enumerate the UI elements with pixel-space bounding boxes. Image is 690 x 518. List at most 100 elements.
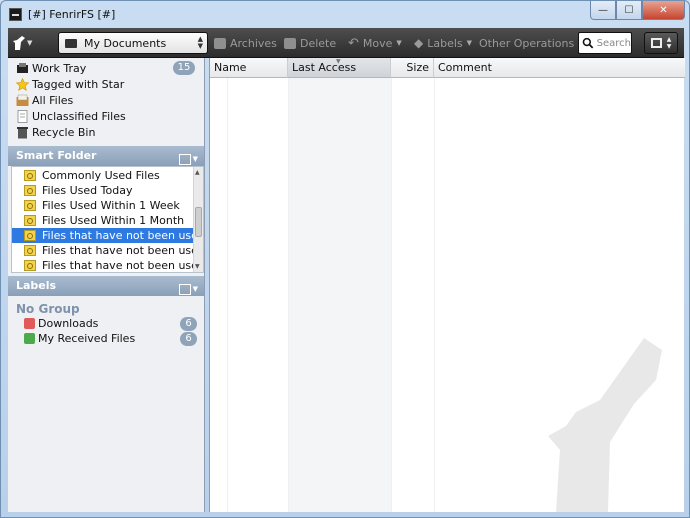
smart-folder-icon [24, 260, 36, 271]
smart-folder-item-label: Files that have not been used f... [42, 229, 195, 242]
smart-folder-item-label: Files Used Within 1 Week [42, 199, 180, 212]
view-list-icon [650, 38, 662, 48]
minimize-icon: — [598, 4, 608, 16]
move-button[interactable]: ↶ Move ▼ [348, 36, 402, 51]
smart-folder-icon [24, 170, 36, 181]
folder-selector[interactable]: My Documents ▲ ▼ [58, 32, 208, 54]
smart-folder-list: Commonly Used Files Files Used Today Fil… [11, 166, 204, 273]
close-button[interactable]: ✕ [642, 1, 685, 20]
scroll-down-icon[interactable]: ▼ [195, 263, 200, 270]
labels-button[interactable]: ◆ Labels ▼ [414, 36, 472, 50]
smart-folder-icon [24, 245, 36, 256]
nav-item-label: All Files [32, 93, 74, 107]
smart-folder-title: Smart Folder [16, 149, 97, 162]
smart-folder-item-selected[interactable]: Files that have not been used f... [12, 228, 195, 243]
nav-item-all-files[interactable]: All Files [16, 92, 73, 108]
nav-item-label: Work Tray [32, 61, 87, 75]
smart-folder-item[interactable]: Files Used Within 1 Week [12, 198, 195, 213]
close-icon: ✕ [659, 4, 668, 16]
app-icon[interactable] [9, 8, 22, 21]
nav-item-label: Unclassified Files [32, 109, 126, 123]
labels-edit-button[interactable]: ▼ [178, 279, 198, 299]
nav-item-label: Tagged with Star [32, 77, 125, 91]
nav-item-tagged-with-star[interactable]: Tagged with Star [16, 76, 124, 92]
fenrir-watermark-icon [548, 338, 662, 512]
fenrir-menu-button[interactable]: ▼ [13, 33, 41, 53]
column-header-last-access[interactable]: ▼ Last Access [288, 58, 391, 78]
all-files-icon [16, 94, 29, 106]
toolbar: ▼ My Documents ▲ ▼ Archives Delete ↶ Move… [8, 28, 684, 58]
minimize-button[interactable]: — [590, 1, 616, 20]
spin-arrows-icon: ▲ ▼ [197, 35, 203, 50]
search-field[interactable]: Search [578, 32, 632, 54]
delete-button[interactable]: Delete [284, 36, 336, 50]
window-title: [#] FenrirFS [#] [28, 8, 116, 21]
tag-icon: ◆ [414, 36, 424, 50]
column-header-comment[interactable]: Comment [434, 58, 685, 78]
column-divider [391, 78, 392, 512]
trash-icon [17, 126, 28, 138]
label-item-my-received-files[interactable]: My Received Files [24, 331, 135, 346]
column-divider [434, 78, 435, 512]
chevron-down-icon: ▼ [192, 285, 198, 293]
sort-indicator-icon: ▼ [336, 58, 341, 65]
smart-folder-item-label: Files that have not been used f... [42, 259, 195, 272]
column-header-size[interactable]: Size [391, 58, 434, 78]
column-header-name[interactable]: Name [210, 58, 288, 78]
label-group-heading: No Group [16, 302, 80, 316]
scrollbar-thumb[interactable] [195, 207, 202, 237]
nav-item-unclassified-files[interactable]: Unclassified Files [16, 108, 126, 124]
search-icon [582, 37, 594, 49]
column-header-label: Last Access [292, 61, 357, 74]
smart-folder-item-label: Commonly Used Files [42, 169, 160, 182]
smart-folder-item[interactable]: Files Used Within 1 Month [12, 213, 195, 228]
folder-icon [65, 38, 77, 48]
unclassified-icon [17, 109, 28, 123]
smart-folder-item-label: Files Used Today [42, 184, 133, 197]
archive-icon [214, 37, 226, 49]
trash-icon [284, 37, 296, 49]
smart-folder-item[interactable]: Files that have not been used f... [12, 243, 195, 258]
smart-folder-item[interactable]: Commonly Used Files [12, 168, 195, 183]
maximize-icon: ☐ [624, 4, 634, 16]
label-item-text: Downloads [38, 317, 99, 330]
view-mode-button[interactable]: ▲ ▼ [644, 32, 678, 54]
smart-folder-item[interactable]: Files that have not been used f... [12, 258, 195, 272]
smart-folder-icon [24, 230, 36, 241]
move-label: Move [362, 36, 393, 50]
app-window: [#] FenrirFS [#] — ☐ ✕ ▼ My Documents ▲ ▼… [0, 0, 690, 518]
scroll-up-icon[interactable]: ▲ [195, 169, 200, 176]
archives-button[interactable]: Archives [214, 36, 277, 50]
search-placeholder: Search [596, 37, 631, 49]
navigation-pane: Work Tray 15 Tagged with Star All Files … [8, 58, 205, 512]
other-operations-button[interactable]: Other Operations ▼ [479, 36, 584, 50]
edit-icon [178, 283, 191, 295]
labels-header[interactable]: Labels ▼ [8, 276, 204, 296]
received-files-count-badge: 6 [180, 332, 197, 346]
nav-item-work-tray[interactable]: Work Tray [16, 60, 86, 76]
column-header-label: Name [214, 61, 247, 74]
labels-label: Labels [427, 36, 463, 50]
smart-folder-icon [24, 185, 36, 196]
column-header-label: Comment [438, 61, 492, 74]
nav-item-label: Recycle Bin [32, 125, 96, 139]
edit-icon [178, 153, 191, 165]
fenrir-logo-icon [13, 36, 25, 50]
labels-title: Labels [16, 279, 57, 292]
nav-item-recycle-bin[interactable]: Recycle Bin [16, 124, 95, 140]
maximize-button[interactable]: ☐ [616, 1, 642, 20]
label-color-swatch [24, 318, 35, 329]
column-divider [288, 78, 289, 512]
smart-folder-scrollbar[interactable]: ▲ ▼ [193, 167, 203, 272]
label-item-downloads[interactable]: Downloads [24, 316, 98, 331]
sorted-column-shade [288, 78, 391, 512]
folder-selector-label: My Documents [84, 36, 167, 50]
smart-folder-item[interactable]: Files Used Today [12, 183, 195, 198]
chevron-down-icon: ▼ [27, 39, 33, 47]
smart-folder-header[interactable]: Smart Folder ▼ [8, 146, 204, 166]
star-icon [16, 77, 29, 91]
title-bar[interactable]: [#] FenrirFS [#] — ☐ ✕ [1, 1, 689, 28]
window-controls: — ☐ ✕ [590, 1, 685, 20]
label-item-text: My Received Files [38, 332, 136, 345]
spin-arrows-icon: ▲ ▼ [666, 36, 672, 50]
